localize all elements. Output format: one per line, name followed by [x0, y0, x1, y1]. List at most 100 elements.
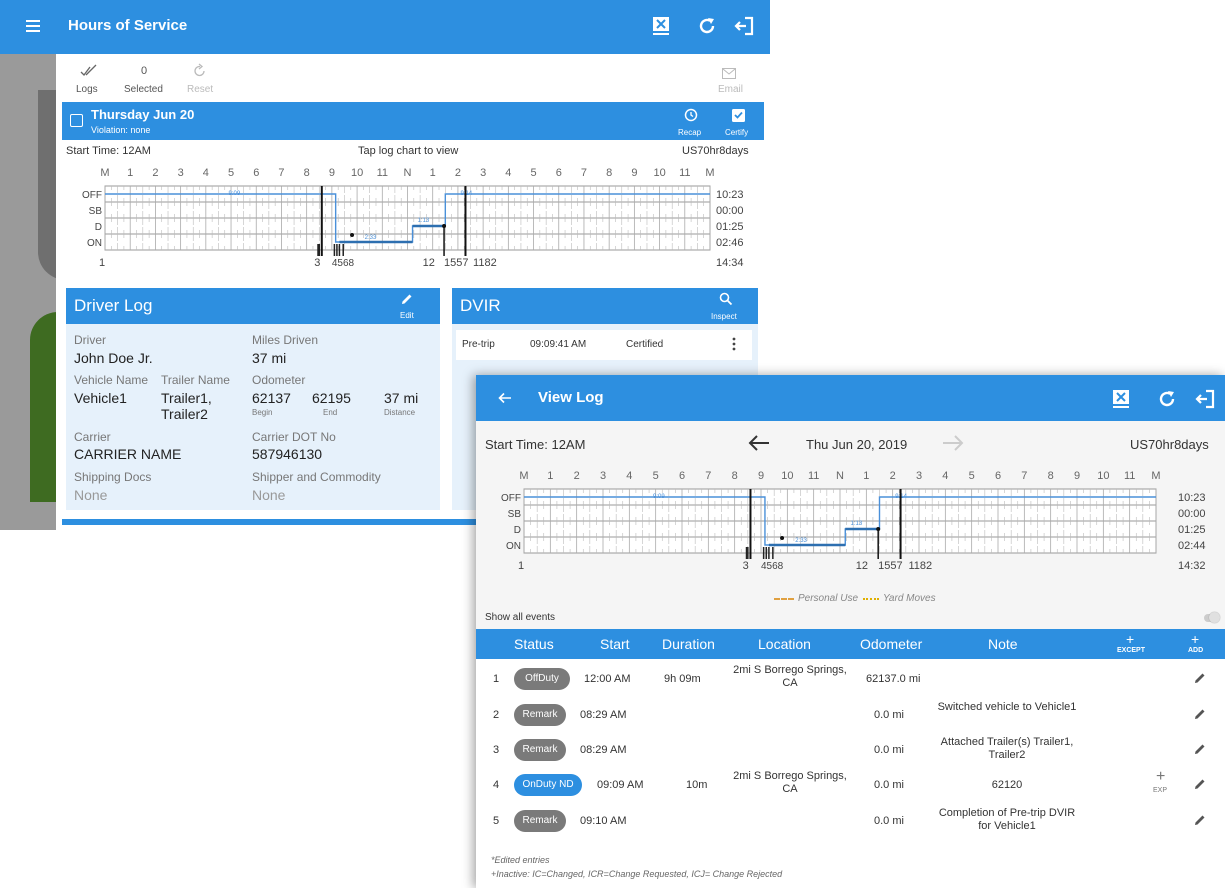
event-dot — [876, 527, 881, 531]
dvir-row[interactable]: Pre-trip 09:09:41 AM Certified — [456, 330, 752, 360]
table-row[interactable]: 2 Remark 08:29 AM 0.0 mi Switched vehicl… — [476, 698, 1225, 732]
bottom-label: 1182 — [908, 560, 932, 572]
eld-icon[interactable] — [1110, 388, 1132, 410]
hour-tick-label: 9 — [1074, 470, 1080, 482]
bottom-label: 1182 — [473, 257, 497, 269]
logout-icon[interactable] — [1194, 388, 1216, 410]
carrier-value: CARRIER NAME — [74, 446, 182, 462]
inspect-button[interactable]: Inspect — [711, 312, 737, 321]
col-status: Status — [514, 636, 554, 652]
events-table-header: Status Start Duration Location Odometer … — [476, 629, 1225, 659]
hour-tick-label: 7 — [1021, 470, 1027, 482]
exp-plus-icon[interactable]: + — [1156, 768, 1165, 786]
edit-pencil-icon[interactable] — [400, 292, 414, 306]
edit-pencil-icon[interactable] — [1193, 777, 1207, 791]
hour-tick-label: 6 — [679, 470, 685, 482]
selected-label: Selected — [124, 84, 163, 95]
add-plus-icon[interactable]: + — [1191, 631, 1199, 647]
hour-tick-label: 9 — [631, 167, 637, 179]
refresh-icon[interactable] — [696, 15, 718, 37]
hour-tick-label: 10 — [781, 470, 793, 482]
recap-icon[interactable] — [684, 108, 698, 122]
edit-pencil-icon[interactable] — [1193, 707, 1207, 721]
row-note: Completion of Pre-trip DVIR for Vehicle1 — [938, 807, 1076, 832]
row-start: 09:09 AM — [597, 779, 644, 791]
dvir-status: Certified — [626, 339, 664, 350]
reset-button[interactable]: Reset — [187, 84, 213, 95]
eld-icon[interactable] — [650, 15, 672, 37]
show-all-toggle[interactable] — [1204, 612, 1220, 623]
log-chart[interactable]: M 1 2 3 4 5 6 7 8 9 10 11 N 1 2 3 4 5 6 7 8 9 10 11 M OFF SB D ON 10:… — [476, 465, 1225, 591]
day-checkbox[interactable] — [70, 114, 83, 127]
hour-tick-label: M — [100, 167, 109, 179]
hour-tick-label: 9 — [329, 167, 335, 179]
day-title: Thursday Jun 20 — [91, 107, 195, 122]
show-all-label: Show all events — [485, 612, 556, 623]
view-log-screen: View Log Start Time: 12AM Thu Jun 20, 20… — [476, 375, 1225, 888]
page-title: View Log — [538, 389, 604, 406]
logs-check-icon[interactable] — [80, 64, 98, 78]
edit-pencil-icon[interactable] — [1193, 813, 1207, 827]
hour-tick-label: M — [705, 167, 714, 179]
hour-tick-label: N — [404, 167, 412, 179]
shipping-label: Shipping Docs — [74, 470, 152, 484]
edit-button[interactable]: Edit — [400, 311, 414, 320]
status-row-label: ON — [87, 238, 102, 249]
bottom-label: 1 — [99, 257, 105, 269]
hour-tick-label: N — [836, 470, 844, 482]
refresh-icon[interactable] — [1156, 388, 1178, 410]
table-row[interactable]: 4 OnDuty ND 09:09 AM 10m 2mi S Borrego S… — [476, 768, 1225, 802]
certify-icon[interactable] — [732, 108, 745, 122]
logout-icon[interactable] — [733, 15, 755, 37]
col-location: Location — [758, 636, 811, 652]
except-button[interactable]: EXCEPT — [1117, 647, 1145, 654]
hour-tick-label: 1 — [430, 167, 436, 179]
certify-button[interactable]: Certify — [725, 128, 748, 137]
row-total: 14:32 — [1178, 560, 1206, 572]
next-day-arrow-icon[interactable] — [942, 433, 964, 453]
day-header[interactable]: Thursday Jun 20 Violation: none Recap Ce… — [62, 102, 764, 140]
log-chart[interactable]: M 1 2 3 4 5 6 7 8 9 10 11 N 1 2 3 4 5 6 7 8 9 10 11 M OFF SB D ON 10:… — [62, 162, 764, 288]
recap-button[interactable]: Recap — [678, 128, 701, 137]
hour-tick-label: 6 — [253, 167, 259, 179]
hour-tick-label: 7 — [278, 167, 284, 179]
trailer-label: Trailer Name — [161, 373, 230, 387]
edit-pencil-icon[interactable] — [1193, 742, 1207, 756]
hour-tick-label: 2 — [574, 470, 580, 482]
row-start: 12:00 AM — [584, 673, 631, 685]
hour-tick-label: 8 — [304, 167, 310, 179]
table-row[interactable]: 5 Remark 09:10 AM 0.0 mi Completion of P… — [476, 804, 1225, 838]
email-icon[interactable] — [722, 66, 736, 79]
driver-value: John Doe Jr. — [74, 350, 153, 366]
more-vert-icon[interactable] — [732, 337, 736, 351]
table-row[interactable]: 1 OffDuty 12:00 AM 9h 09m 2mi S Borrego … — [476, 662, 1225, 696]
app-bar: View Log — [476, 375, 1225, 421]
row-total: 00:00 — [1178, 508, 1206, 520]
email-button[interactable]: Email — [718, 84, 743, 95]
hour-tick-label: 8 — [732, 470, 738, 482]
reset-icon[interactable] — [193, 62, 207, 78]
bottom-label: 4568 — [332, 258, 355, 269]
row-note: 62120 — [991, 779, 1023, 791]
event-dot — [780, 536, 785, 540]
event-dot — [442, 224, 447, 228]
add-button[interactable]: ADD — [1188, 647, 1203, 654]
status-chip: Remark — [514, 704, 566, 726]
driver-log-panel: Driver Log Edit Driver John Doe Jr. Mile… — [66, 288, 440, 510]
status-row-label: OFF — [82, 190, 102, 201]
search-icon[interactable] — [719, 292, 733, 306]
logs-button[interactable]: Logs — [76, 84, 98, 95]
prev-day-arrow-icon[interactable] — [748, 433, 770, 453]
table-row[interactable]: 3 Remark 08:29 AM 0.0 mi Attached Traile… — [476, 733, 1225, 767]
hour-tick-label: 1 — [127, 167, 133, 179]
hour-tick-label: 6 — [556, 167, 562, 179]
vehicle-label: Vehicle Name — [74, 373, 149, 387]
back-arrow-icon[interactable] — [498, 391, 512, 405]
ruleset: US70hr8days — [1130, 437, 1209, 452]
odo-distance-label: Distance — [384, 408, 416, 417]
edit-pencil-icon[interactable] — [1193, 671, 1207, 685]
menu-icon[interactable] — [26, 17, 44, 35]
row-number: 3 — [493, 744, 500, 756]
exp-button[interactable]: EXP — [1153, 787, 1167, 794]
except-plus-icon[interactable]: + — [1126, 631, 1134, 647]
